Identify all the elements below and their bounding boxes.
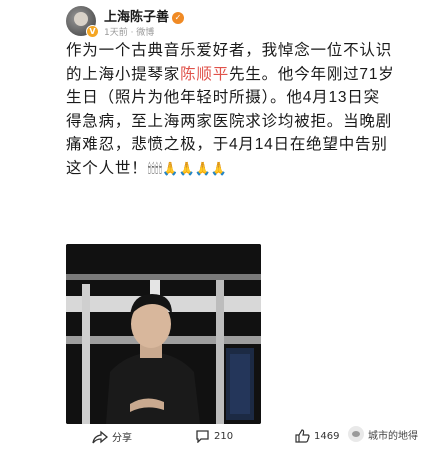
wechat-icon (348, 426, 364, 442)
comment-count: 210 (214, 430, 234, 442)
watermark-text: 城市的地得 (368, 430, 418, 442)
post-header: V 上海陈子善 ✓ 1天前 · 微博 (66, 4, 436, 40)
comment-button[interactable]: 210 (195, 429, 233, 443)
post-line: 痛难忍，悲愤之极，于4月14日在绝望中告别 (66, 136, 388, 153)
post-line-part: 这个人世！ (66, 159, 148, 177)
watermark: 城市的地得 (348, 426, 418, 442)
post-line-part: 的上海小提琴家 (66, 65, 181, 83)
avatar-verified-badge: V (86, 25, 99, 38)
post-line-part: 先生。他今年刚过71岁 (229, 65, 395, 83)
post-line: 这个人世！🕯🕯🕯🕯🙏🙏🙏🙏 (66, 157, 366, 181)
mention-link[interactable]: 陈顺平 (180, 66, 229, 83)
username-text[interactable]: 上海陈子善 (104, 10, 169, 25)
post-meta: 1天前 · 微博 (104, 28, 155, 38)
like-button[interactable]: 1469 (295, 429, 339, 443)
portrait-photo-icon (66, 244, 261, 424)
post-body: 作为一个古典音乐爱好者，我悼念一位不认识 的上海小提琴家陈顺平先生。他今年刚过7… (66, 39, 394, 181)
post-photo[interactable] (66, 244, 261, 424)
username[interactable]: 上海陈子善 ✓ (104, 6, 185, 25)
like-count: 1469 (314, 430, 340, 442)
share-label: 分享 (112, 433, 132, 444)
post-line: 生日（照片为他年轻时所摄）。他4月13日突 (66, 89, 380, 106)
post-line: 的上海小提琴家陈顺平先生。他今年刚过71岁 (66, 63, 394, 87)
comment-icon (196, 430, 209, 443)
emoji-row: 🕯🕯🕯🕯🙏🙏🙏🙏 (147, 160, 228, 176)
post-line: 得急病，至上海两家医院求诊均被拒。当晚剧 (66, 112, 393, 130)
post-line: 作为一个古典音乐爱好者，我悼念一位不认识 (66, 42, 393, 59)
thumbs-up-icon (295, 429, 310, 443)
verified-icon: ✓ (172, 12, 185, 24)
share-button[interactable]: 分享 (92, 429, 132, 444)
share-icon (92, 430, 108, 443)
